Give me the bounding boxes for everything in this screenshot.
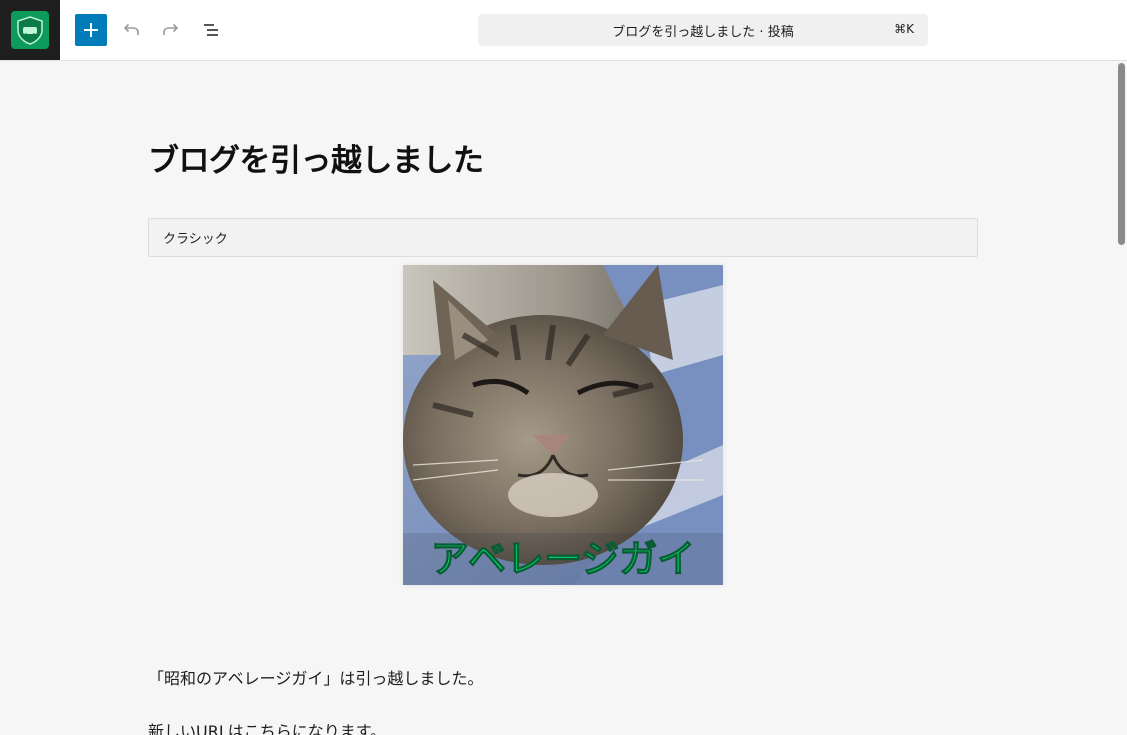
paragraph-2[interactable]: 新しいURLはこちらになります。 [148, 718, 386, 735]
undo-button[interactable] [115, 14, 147, 46]
paragraph-1[interactable]: 「昭和のアベレージガイ」は引っ越しました。 [148, 665, 483, 689]
command-palette-button[interactable]: ブログを引っ越しました · 投稿 ⌘K [478, 14, 928, 46]
list-view-icon [204, 24, 218, 36]
site-logo-icon [11, 11, 49, 49]
editor-scrollbar[interactable] [1116, 61, 1127, 735]
post-title[interactable]: ブログを引っ越しました [148, 135, 484, 180]
add-block-button[interactable] [75, 14, 107, 46]
site-home-button[interactable] [0, 0, 60, 60]
editor-canvas: ブログを引っ越しました クラシック アベレージガイ 「昭和のアベレージガイ」は引… [0, 61, 1116, 735]
undo-icon [123, 23, 139, 35]
cat-photo-image: アベレージガイ [403, 265, 723, 585]
editor-header: ブログを引っ越しました · 投稿 ⌘K [0, 0, 1127, 61]
classic-block[interactable]: クラシック [148, 218, 978, 257]
keyboard-shortcut: ⌘K [894, 22, 914, 36]
image-overlay-text: アベレージガイ [431, 537, 695, 581]
post-image[interactable]: アベレージガイ [403, 265, 723, 585]
plus-icon [84, 23, 98, 37]
scrollbar-thumb[interactable] [1118, 63, 1125, 245]
redo-icon [163, 23, 179, 35]
document-title: ブログを引っ越しました · 投稿 [612, 24, 794, 40]
list-view-button[interactable] [195, 14, 227, 46]
classic-block-label: クラシック [163, 232, 228, 247]
redo-button[interactable] [155, 14, 187, 46]
